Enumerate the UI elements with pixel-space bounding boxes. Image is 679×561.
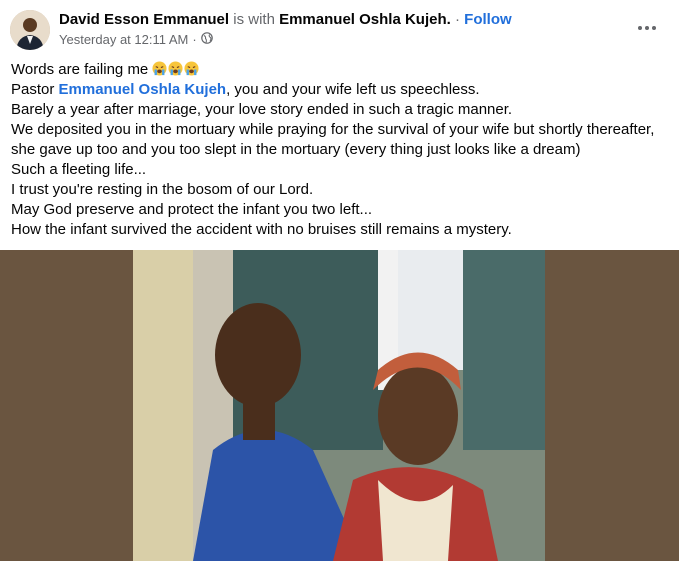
more-horizontal-icon[interactable] [635, 16, 659, 40]
post-text: Words are failing me Pastor Emmanuel Osh… [11, 60, 673, 240]
post-meta: Yesterday at 12:11 AM · [59, 32, 213, 47]
post-photo-area[interactable] [0, 250, 679, 561]
separator: · [454, 11, 460, 28]
mention-link[interactable]: Emmanuel Oshla Kujeh [59, 81, 227, 98]
with-text: is with [233, 11, 275, 28]
avatar[interactable] [10, 10, 50, 50]
post-header: David Esson Emmanuel is with Emmanuel Os… [0, 0, 679, 56]
crying-face-emoji [184, 61, 199, 76]
timestamp[interactable]: Yesterday at 12:11 AM [59, 32, 188, 47]
text-line-1: Words are failing me [11, 60, 673, 80]
tagged-user[interactable]: Emmanuel Oshla Kujeh. [279, 11, 451, 28]
text-line-5: she gave up too and you too slept in the… [11, 141, 581, 158]
line2-suffix: , you and your wife left us speechless. [226, 81, 480, 98]
text-line-3: Barely a year after marriage, your love … [11, 101, 513, 118]
text-line-6: Such a fleeting life... [11, 161, 147, 178]
author-line: David Esson Emmanuel is with Emmanuel Os… [59, 11, 512, 28]
author-name[interactable]: David Esson Emmanuel [59, 11, 229, 28]
globe-icon[interactable] [200, 32, 213, 47]
crying-face-emoji [168, 61, 183, 76]
text-line-9: How the infant survived the accident wit… [11, 221, 512, 238]
meta-separator: · [192, 32, 197, 47]
follow-button[interactable]: Follow [464, 11, 512, 28]
text-line-7: I trust you're resting in the bosom of o… [11, 181, 314, 198]
crying-face-emoji [152, 61, 167, 76]
crying-emojis [152, 61, 200, 78]
line1-text: Words are failing me [11, 61, 149, 78]
post-photo[interactable] [133, 250, 545, 561]
text-line-2: Pastor Emmanuel Oshla Kujeh, you and you… [11, 80, 673, 100]
text-line-8: May God preserve and protect the infant … [11, 201, 373, 218]
line2-prefix: Pastor [11, 81, 55, 98]
text-line-4: We deposited you in the mortuary while p… [11, 121, 655, 138]
